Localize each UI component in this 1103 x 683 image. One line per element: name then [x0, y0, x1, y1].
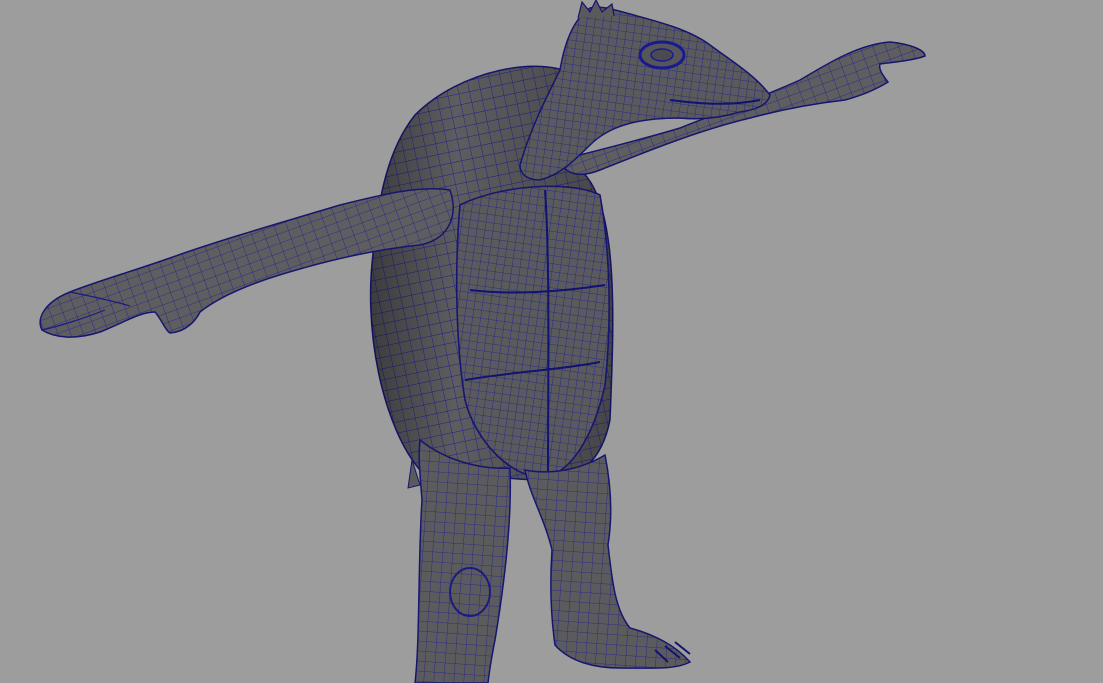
- plastron[interactable]: [455, 185, 610, 479]
- 3d-viewport[interactable]: [0, 0, 1103, 683]
- turtle-creature-model[interactable]: [0, 0, 1103, 683]
- left-leg[interactable]: [414, 438, 512, 683]
- right-leg[interactable]: [524, 453, 692, 669]
